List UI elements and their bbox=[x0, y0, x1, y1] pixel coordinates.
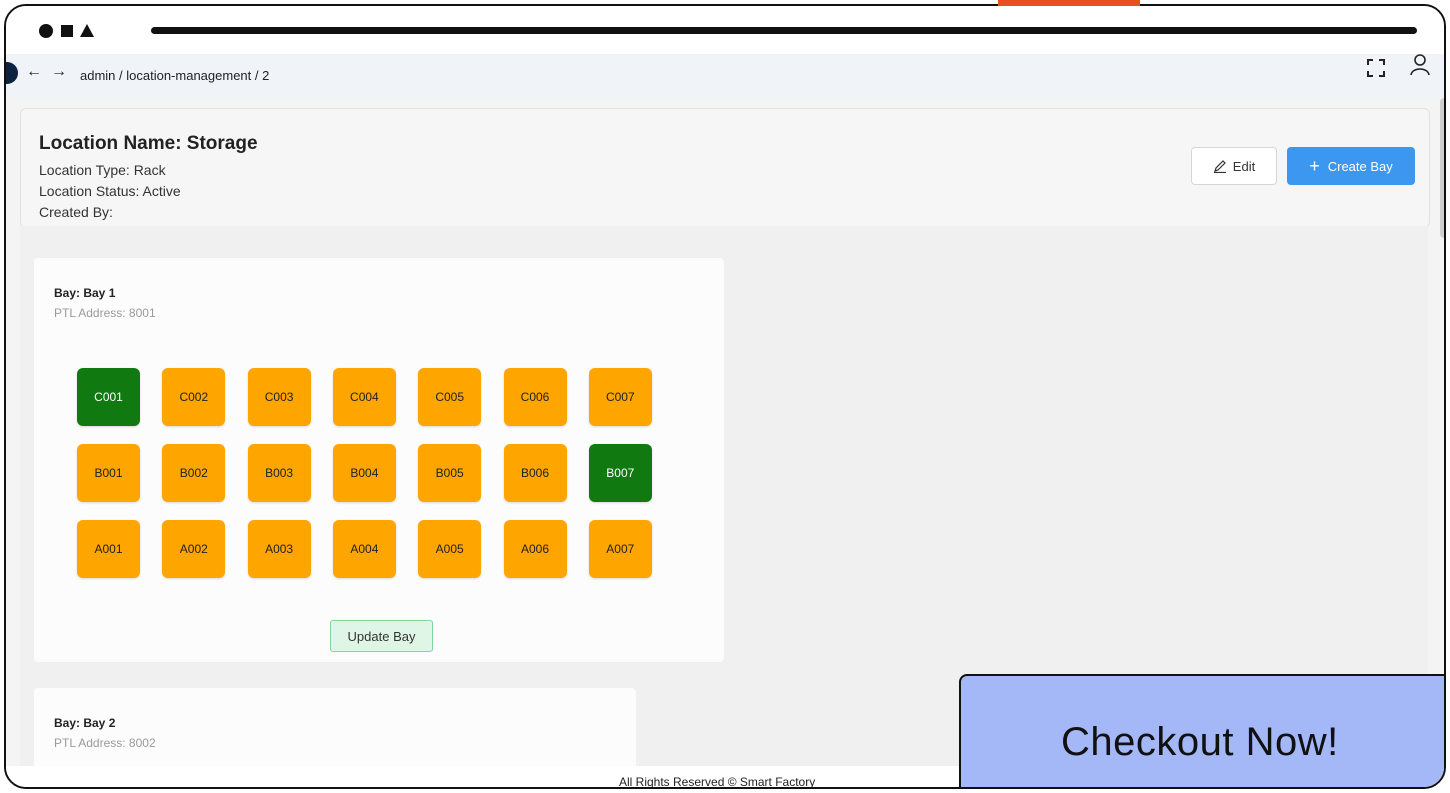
bay-slot-b001[interactable]: B001 bbox=[77, 444, 140, 502]
circle-icon bbox=[39, 24, 53, 38]
bay-slot-b003[interactable]: B003 bbox=[247, 444, 311, 502]
bay-slot-c001[interactable]: C001 bbox=[77, 368, 140, 426]
update-bay-button[interactable]: Update Bay bbox=[330, 620, 433, 652]
accent-tab bbox=[998, 0, 1140, 6]
footer-text: All Rights Reserved © Smart Factory bbox=[619, 775, 816, 789]
scrollbar[interactable] bbox=[1440, 98, 1444, 238]
fullscreen-icon[interactable] bbox=[1367, 59, 1385, 77]
bay-slot-a007[interactable]: A007 bbox=[588, 520, 652, 578]
bay-slot-a004[interactable]: A004 bbox=[332, 520, 396, 578]
checkout-banner[interactable]: Checkout Now! bbox=[959, 674, 1444, 787]
screen-frame: ← → admin / location-management / 2 Loca… bbox=[4, 4, 1446, 789]
bay-slot-a003[interactable]: A003 bbox=[247, 520, 311, 578]
create-bay-button-label: Create Bay bbox=[1327, 158, 1393, 174]
checkout-label: Checkout Now! bbox=[1061, 720, 1339, 764]
bay-ptl-address: PTL Address: 8001 bbox=[54, 306, 156, 320]
edit-button[interactable]: Edit bbox=[1191, 147, 1277, 185]
edit-button-label: Edit bbox=[1232, 158, 1256, 174]
arrow-right-icon[interactable]: → bbox=[51, 63, 67, 81]
pencil-icon bbox=[1213, 160, 1226, 173]
window-title-bar bbox=[6, 6, 1444, 57]
bay-slot-c003[interactable]: C003 bbox=[247, 368, 311, 426]
location-status: Location Status: Active bbox=[39, 183, 181, 199]
breadcrumb: admin / location-management / 2 bbox=[80, 68, 270, 83]
bay-slot-c007[interactable]: C007 bbox=[588, 368, 652, 426]
location-created-by: Created By: bbox=[39, 204, 113, 220]
bay-ptl-address: PTL Address: 8002 bbox=[54, 736, 156, 750]
bay-slot-c002[interactable]: C002 bbox=[162, 368, 226, 426]
bay-card: Bay: Bay 1 PTL Address: 8001 C001 C002 C00… bbox=[34, 258, 724, 662]
bay-card: Bay: Bay 2 PTL Address: 8002 bbox=[34, 688, 636, 778]
triangle-icon bbox=[80, 24, 94, 37]
plus-icon: + bbox=[1309, 156, 1320, 176]
bay-slot-c004[interactable]: C004 bbox=[332, 368, 396, 426]
bay-title: Bay: Bay 1 bbox=[54, 286, 116, 300]
arrow-left-icon[interactable]: ← bbox=[26, 63, 42, 81]
bay-slot-b007[interactable]: B007 bbox=[588, 444, 652, 502]
bay-slot-b004[interactable]: B004 bbox=[332, 444, 396, 502]
bay-slot-b006[interactable]: B006 bbox=[503, 444, 567, 502]
bay-slot-c006[interactable]: C006 bbox=[503, 368, 567, 426]
bay-slot-a002[interactable]: A002 bbox=[162, 520, 226, 578]
bay-slot-c005[interactable]: C005 bbox=[418, 368, 482, 426]
user-icon[interactable] bbox=[1410, 54, 1430, 76]
address-bar[interactable] bbox=[151, 27, 1417, 34]
location-type: Location Type: Rack bbox=[39, 162, 166, 178]
bay-slot-a006[interactable]: A006 bbox=[503, 520, 567, 578]
bay-slot-b005[interactable]: B005 bbox=[418, 444, 482, 502]
location-header: Location Name: Storage Location Type: Ra… bbox=[20, 108, 1430, 228]
app-navbar: ← → admin / location-management / 2 bbox=[6, 54, 1444, 98]
bay-slot-a001[interactable]: A001 bbox=[77, 520, 140, 578]
sidebar-toggle[interactable] bbox=[6, 62, 18, 84]
location-name: Location Name: Storage bbox=[39, 133, 258, 154]
bay-slot-a005[interactable]: A005 bbox=[418, 520, 482, 578]
bay-title: Bay: Bay 2 bbox=[54, 716, 116, 730]
square-icon bbox=[61, 25, 73, 37]
bay-slot-b002[interactable]: B002 bbox=[162, 444, 226, 502]
create-bay-button[interactable]: + Create Bay bbox=[1287, 147, 1415, 185]
